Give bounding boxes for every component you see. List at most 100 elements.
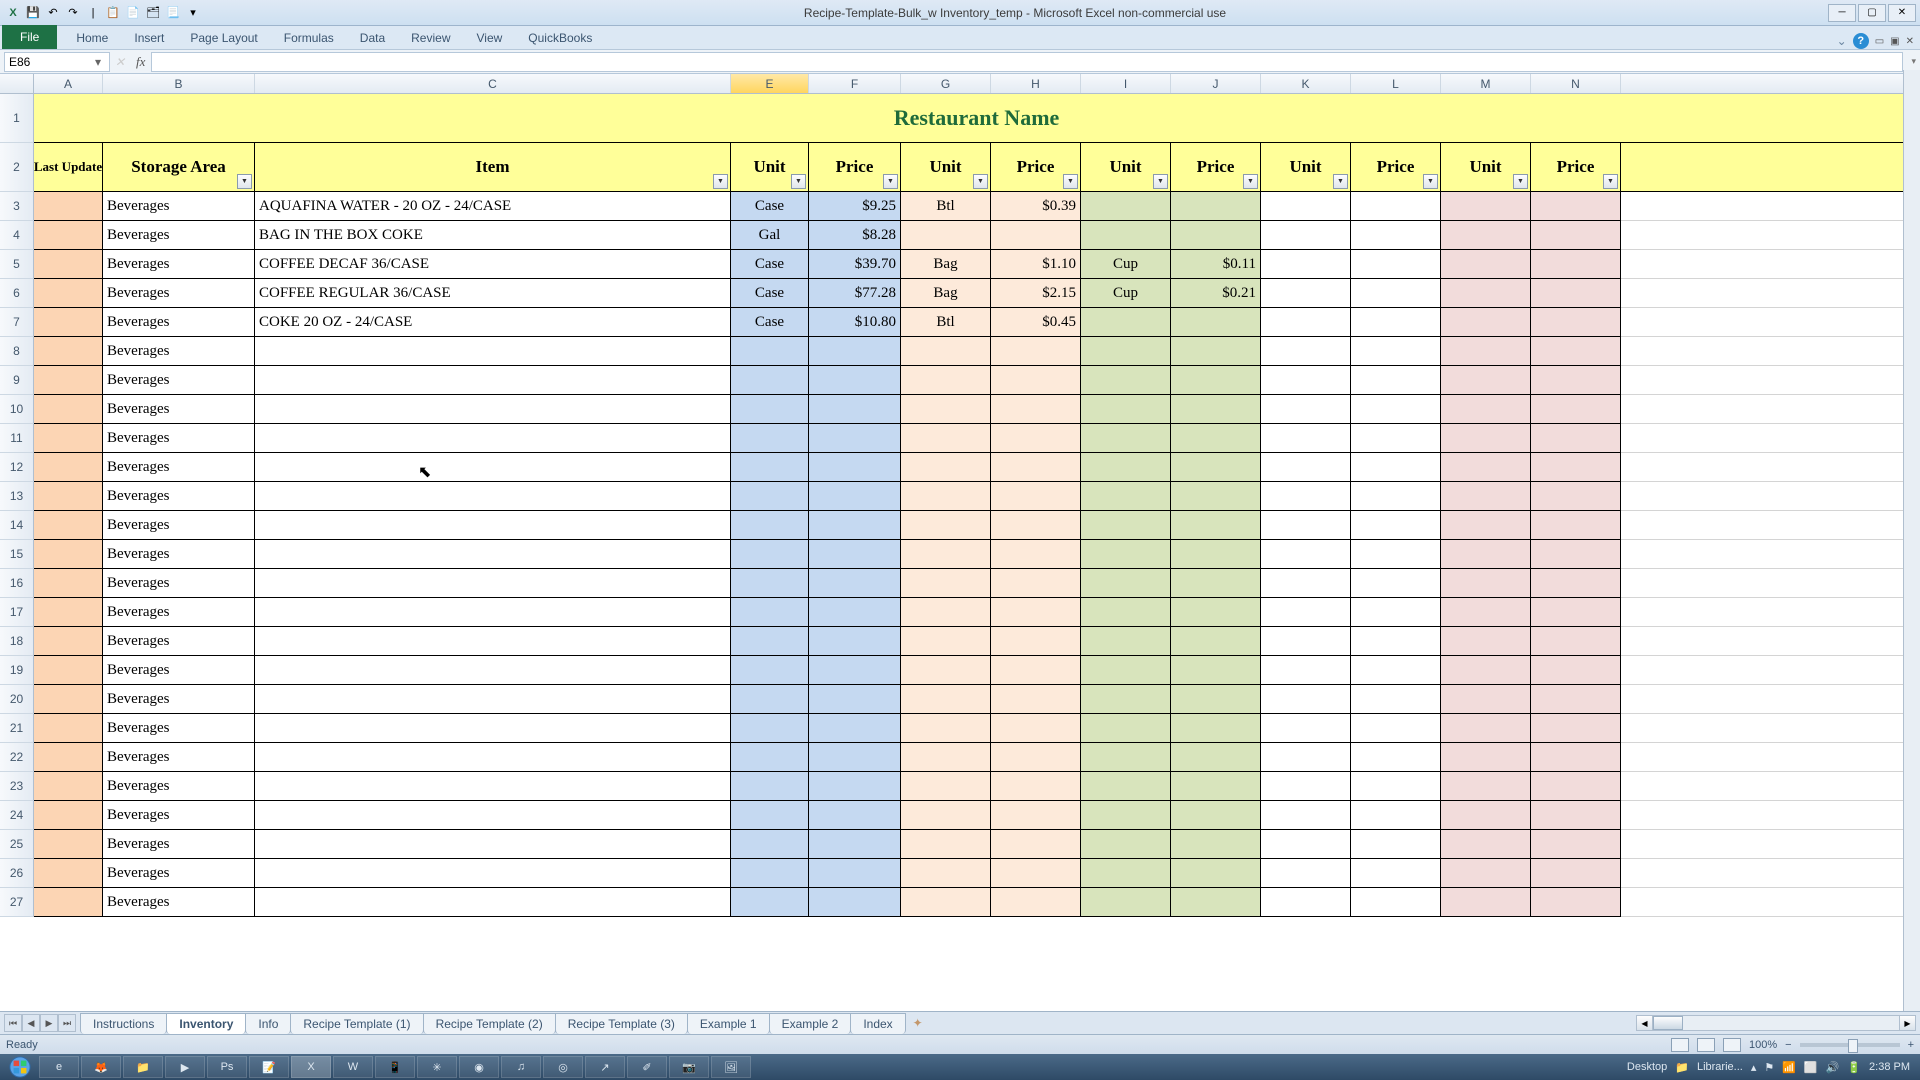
header-N-filter-icon[interactable]: ▼ bbox=[1603, 174, 1618, 189]
cell-L5[interactable] bbox=[1351, 250, 1441, 279]
cell-I20[interactable] bbox=[1081, 685, 1171, 714]
cell-F24[interactable] bbox=[809, 801, 901, 830]
cell-E7[interactable]: Case bbox=[731, 308, 809, 337]
cell-G5[interactable]: Bag bbox=[901, 250, 991, 279]
cell-storage-9[interactable]: Beverages bbox=[103, 366, 255, 395]
sheet-title[interactable]: Restaurant Name bbox=[34, 94, 1920, 143]
cell-F20[interactable] bbox=[809, 685, 901, 714]
cell-E6[interactable]: Case bbox=[731, 279, 809, 308]
cell-blank-10[interactable] bbox=[1621, 395, 1920, 424]
header-L-filter-icon[interactable]: ▼ bbox=[1423, 174, 1438, 189]
cell-G23[interactable] bbox=[901, 772, 991, 801]
cell-item-17[interactable] bbox=[255, 598, 731, 627]
taskbar-app-icon[interactable]: Ps bbox=[207, 1056, 247, 1078]
cell-storage-5[interactable]: Beverages bbox=[103, 250, 255, 279]
cell-storage-16[interactable]: Beverages bbox=[103, 569, 255, 598]
cell-item-3[interactable]: AQUAFINA WATER - 20 OZ - 24/CASE bbox=[255, 192, 731, 221]
cell-G13[interactable] bbox=[901, 482, 991, 511]
cell-K18[interactable] bbox=[1261, 627, 1351, 656]
cell-L15[interactable] bbox=[1351, 540, 1441, 569]
cell-blank-22[interactable] bbox=[1621, 743, 1920, 772]
cell-F15[interactable] bbox=[809, 540, 901, 569]
cell-F9[interactable] bbox=[809, 366, 901, 395]
close-button[interactable]: ✕ bbox=[1888, 4, 1916, 22]
cell-A23[interactable] bbox=[34, 772, 103, 801]
qat-icon[interactable]: 📋 bbox=[104, 4, 122, 22]
cell-storage-14[interactable]: Beverages bbox=[103, 511, 255, 540]
cell-N7[interactable] bbox=[1531, 308, 1621, 337]
taskbar-media-icon[interactable]: ▶ bbox=[165, 1056, 205, 1078]
row-header-7[interactable]: 7 bbox=[0, 308, 34, 337]
help-icon[interactable]: ? bbox=[1853, 33, 1869, 49]
cell-L8[interactable] bbox=[1351, 337, 1441, 366]
row-header-13[interactable]: 13 bbox=[0, 482, 34, 511]
tray-desktop-label[interactable]: Desktop bbox=[1627, 1061, 1667, 1073]
cell-N8[interactable] bbox=[1531, 337, 1621, 366]
cell-item-26[interactable] bbox=[255, 859, 731, 888]
cell-K5[interactable] bbox=[1261, 250, 1351, 279]
cell-E9[interactable] bbox=[731, 366, 809, 395]
cell-A3[interactable] bbox=[34, 192, 103, 221]
column-header-M[interactable]: M bbox=[1441, 74, 1531, 93]
cell-L25[interactable] bbox=[1351, 830, 1441, 859]
cell-E24[interactable] bbox=[731, 801, 809, 830]
cell-blank-8[interactable] bbox=[1621, 337, 1920, 366]
cell-M27[interactable] bbox=[1441, 888, 1531, 917]
undo-icon[interactable]: ↶ bbox=[44, 4, 62, 22]
cell-G11[interactable] bbox=[901, 424, 991, 453]
cell-K11[interactable] bbox=[1261, 424, 1351, 453]
cell-N19[interactable] bbox=[1531, 656, 1621, 685]
page-break-view-icon[interactable] bbox=[1723, 1038, 1741, 1052]
vertical-scrollbar[interactable] bbox=[1903, 70, 1920, 1011]
scroll-thumb[interactable] bbox=[1653, 1016, 1683, 1030]
cell-L19[interactable] bbox=[1351, 656, 1441, 685]
cell-I12[interactable] bbox=[1081, 453, 1171, 482]
minimize-button[interactable]: ─ bbox=[1828, 4, 1856, 22]
cell-item-13[interactable] bbox=[255, 482, 731, 511]
taskbar-app-icon[interactable]: ◎ bbox=[543, 1056, 583, 1078]
cell-H5[interactable]: $1.10 bbox=[991, 250, 1081, 279]
cell-J25[interactable] bbox=[1171, 830, 1261, 859]
cell-N4[interactable] bbox=[1531, 221, 1621, 250]
fx-icon[interactable]: fx bbox=[130, 54, 151, 70]
cell-I5[interactable]: Cup bbox=[1081, 250, 1171, 279]
new-sheet-icon[interactable]: ✦ bbox=[905, 1016, 931, 1030]
taskbar-excel-icon[interactable]: X bbox=[291, 1056, 331, 1078]
header-M[interactable]: Unit▼ bbox=[1441, 143, 1531, 192]
cell-J14[interactable] bbox=[1171, 511, 1261, 540]
cell-J4[interactable] bbox=[1171, 221, 1261, 250]
cell-N11[interactable] bbox=[1531, 424, 1621, 453]
cell-A16[interactable] bbox=[34, 569, 103, 598]
cell-N18[interactable] bbox=[1531, 627, 1621, 656]
row-header-18[interactable]: 18 bbox=[0, 627, 34, 656]
cell-K24[interactable] bbox=[1261, 801, 1351, 830]
cell-I9[interactable] bbox=[1081, 366, 1171, 395]
cell-storage-11[interactable]: Beverages bbox=[103, 424, 255, 453]
cell-I7[interactable] bbox=[1081, 308, 1171, 337]
cell-M8[interactable] bbox=[1441, 337, 1531, 366]
cell-G3[interactable]: Btl bbox=[901, 192, 991, 221]
tray-flag-icon[interactable]: ⚑ bbox=[1764, 1061, 1774, 1074]
header-storage-area-filter-icon[interactable]: ▼ bbox=[237, 174, 252, 189]
cell-J22[interactable] bbox=[1171, 743, 1261, 772]
ribbon-tab-view[interactable]: View bbox=[464, 27, 516, 49]
cell-F8[interactable] bbox=[809, 337, 901, 366]
header-I[interactable]: Unit▼ bbox=[1081, 143, 1171, 192]
cell-J11[interactable] bbox=[1171, 424, 1261, 453]
taskbar-word-icon[interactable]: W bbox=[333, 1056, 373, 1078]
column-header-B[interactable]: B bbox=[103, 74, 255, 93]
cell-N15[interactable] bbox=[1531, 540, 1621, 569]
header-H[interactable]: Price▼ bbox=[991, 143, 1081, 192]
sheet-tab-recipe-template--2-[interactable]: Recipe Template (2) bbox=[423, 1013, 556, 1034]
column-header-N[interactable]: N bbox=[1531, 74, 1621, 93]
cell-J26[interactable] bbox=[1171, 859, 1261, 888]
cell-H22[interactable] bbox=[991, 743, 1081, 772]
page-layout-view-icon[interactable] bbox=[1697, 1038, 1715, 1052]
cell-A5[interactable] bbox=[34, 250, 103, 279]
cell-F21[interactable] bbox=[809, 714, 901, 743]
cell-F16[interactable] bbox=[809, 569, 901, 598]
cell-blank-23[interactable] bbox=[1621, 772, 1920, 801]
cell-I14[interactable] bbox=[1081, 511, 1171, 540]
cell-L13[interactable] bbox=[1351, 482, 1441, 511]
header-last-update[interactable]: Last Update▼ bbox=[34, 143, 103, 192]
